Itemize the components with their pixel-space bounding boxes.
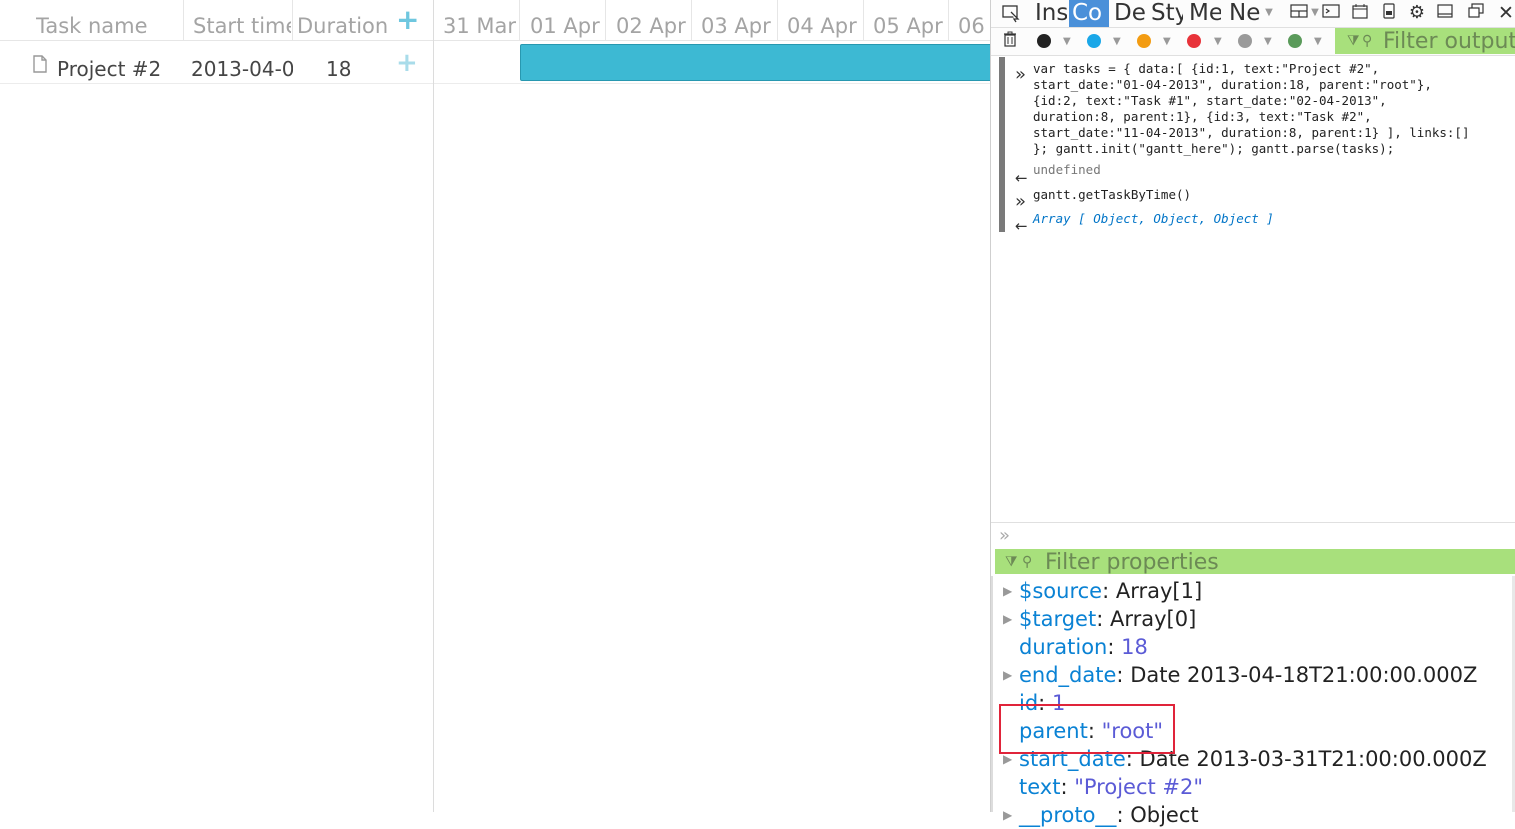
tab-network[interactable]: Ne — [1229, 0, 1261, 27]
expand-triangle-icon[interactable]: ▶ — [1003, 752, 1012, 766]
property-row: duration: 18 — [1019, 635, 1148, 659]
funnel-icon: ⧩ — [1005, 554, 1018, 570]
warnings-filter-icon[interactable] — [1137, 34, 1151, 48]
expand-triangle-icon[interactable]: ▶ — [1003, 584, 1012, 598]
console-line: start_date:"01-04-2013", duration:18, pa… — [1033, 77, 1432, 92]
expand-triangle-icon[interactable]: ▶ — [1003, 612, 1012, 626]
highlight-box — [999, 704, 1175, 754]
column-divider — [183, 0, 184, 40]
column-start-time[interactable]: Start time — [193, 14, 291, 38]
filter-properties-placeholder: Filter properties — [1045, 550, 1219, 575]
scale-divider — [777, 0, 778, 40]
console-result-array[interactable]: Array [ Object, Object, Object ] — [1033, 211, 1274, 227]
property-row[interactable]: $source: Array[1] — [1019, 577, 1202, 605]
expand-triangle-icon[interactable]: ▶ — [1003, 808, 1012, 822]
scale-divider — [863, 0, 864, 40]
chevron-down-icon[interactable]: ▼ — [1063, 36, 1071, 47]
undock-icon[interactable] — [1466, 3, 1486, 23]
task-duration-cell: 18 — [326, 57, 352, 81]
search-icon: ⚲ — [1022, 554, 1033, 570]
console-line: var tasks = { data:[ {id:1, text:"Projec… — [1033, 61, 1380, 76]
tab-console[interactable]: Co — [1069, 0, 1109, 27]
close-icon[interactable]: ✕ — [1496, 3, 1515, 23]
console-result: undefined — [1033, 162, 1101, 177]
scale-cell: 31 Mar — [443, 14, 517, 38]
devtools-panel: Ins Co Del Sty Me Ne ▼ ▼ ⚙ ✕ — [990, 0, 1515, 827]
property-row[interactable]: __proto__: Object — [1019, 801, 1199, 829]
console-line: gantt.getTaskByTime() — [1033, 187, 1192, 202]
chevron-down-icon[interactable]: ▼ — [1214, 36, 1222, 47]
scale-cell: 03 Apr — [701, 14, 771, 38]
tab-inspector[interactable]: Ins — [1035, 0, 1067, 27]
input-chevron-icon: » — [1015, 64, 1027, 85]
property-row[interactable]: end_date: Date 2013-04-18T21:00:00.000Z — [1019, 661, 1477, 689]
chevron-down-icon[interactable]: ▼ — [1163, 36, 1171, 47]
task-row[interactable]: Project #2 2013-04-01 18 + — [0, 41, 433, 84]
console-line: {id:2, text:"Task #1", start_date:"02-04… — [1033, 93, 1387, 108]
input-chevron-icon: » — [999, 525, 1011, 546]
scale-cell: 02 Apr — [616, 14, 686, 38]
trash-icon[interactable] — [1000, 31, 1020, 51]
add-subtask-icon[interactable]: + — [396, 49, 418, 77]
tab-memory[interactable]: Me — [1189, 0, 1221, 27]
add-task-icon[interactable]: + — [396, 6, 419, 34]
return-arrow-icon: ← — [1015, 169, 1028, 187]
console-toolbar: ▼ ▼ ▼ ▼ ▼ ▼ ⧩ ⚲ Filter output — [991, 28, 1515, 56]
return-arrow-icon: ← — [1015, 217, 1028, 235]
grid-header: Task name Start time Duration + — [0, 0, 433, 41]
input-chevron-icon: » — [1015, 191, 1027, 212]
properties-panel: ▶ $source: Array[1] ▶ $target: Array[0] … — [991, 576, 1515, 827]
scale-cell: 05 Apr — [873, 14, 943, 38]
requests-filter-icon[interactable] — [1288, 34, 1302, 48]
dock-bottom-icon[interactable] — [1435, 3, 1455, 23]
console-line: duration:8, parent:1}, {id:3, text:"Task… — [1033, 109, 1372, 124]
debug-filter-icon[interactable] — [1238, 34, 1252, 48]
scale-divider — [948, 0, 949, 40]
tab-debugger[interactable]: Del — [1114, 0, 1146, 27]
timeline-scale: 31 Mar 01 Apr 02 Apr 03 Apr 04 Apr 05 Ap… — [434, 0, 990, 41]
grid-divider — [433, 0, 434, 812]
gear-icon[interactable]: ⚙ — [1407, 3, 1427, 23]
chevron-down-icon[interactable]: ▼ — [1113, 36, 1121, 47]
file-icon — [32, 55, 48, 77]
tab-style-editor[interactable]: Sty — [1151, 0, 1183, 27]
scale-divider — [691, 0, 692, 40]
column-task-name[interactable]: Task name — [36, 14, 182, 38]
element-picker-icon[interactable] — [1001, 3, 1021, 23]
scale-cell: 04 Apr — [787, 14, 857, 38]
expand-triangle-icon[interactable]: ▶ — [1003, 668, 1012, 682]
console-input[interactable]: » — [991, 522, 1515, 547]
console-output: » var tasks = { data:[ {id:1, text:"Proj… — [999, 57, 1515, 235]
funnel-icon: ⧩ — [1347, 33, 1360, 49]
column-divider — [292, 0, 293, 40]
console-line: }; gantt.init("gantt_here"); gantt.parse… — [1033, 141, 1395, 156]
property-row[interactable]: $target: Array[0] — [1019, 605, 1196, 633]
devtools-toolbar: Ins Co Del Sty Me Ne ▼ ▼ ⚙ ✕ — [991, 0, 1515, 28]
chevron-down-icon[interactable]: ▼ — [1264, 36, 1272, 47]
scale-cell: 06 Apr — [958, 14, 990, 38]
property-row: text: "Project #2" — [1019, 775, 1204, 799]
task-bar[interactable] — [520, 44, 990, 81]
scratchpad-icon[interactable] — [1321, 3, 1341, 23]
scale-cell: 01 Apr — [530, 14, 600, 38]
calendar-icon[interactable] — [1350, 3, 1370, 23]
scale-divider — [519, 0, 520, 40]
filter-output-input[interactable]: ⧩ ⚲ Filter output — [1335, 28, 1515, 54]
logs-filter-icon[interactable] — [1187, 34, 1201, 48]
responsive-icon[interactable] — [1379, 3, 1399, 23]
timeline-row — [434, 41, 990, 84]
errors-filter-icon[interactable] — [1037, 34, 1051, 48]
gantt-chart: Task name Start time Duration + Project … — [0, 0, 990, 812]
scale-divider — [605, 0, 606, 40]
more-tabs-icon[interactable]: ▼ — [1259, 3, 1279, 23]
task-name-cell: Project #2 — [57, 57, 162, 81]
filter-output-placeholder: Filter output — [1383, 29, 1515, 54]
console-line: start_date:"11-04-2013", duration:8, par… — [1033, 125, 1470, 140]
task-start-cell: 2013-04-01 — [191, 57, 293, 81]
info-filter-icon[interactable] — [1087, 34, 1101, 48]
column-duration[interactable]: Duration — [297, 14, 387, 38]
chevron-down-icon[interactable]: ▼ — [1314, 36, 1322, 47]
filter-properties-input[interactable]: ⧩ ⚲ Filter properties — [995, 549, 1515, 575]
search-icon: ⚲ — [1362, 33, 1373, 49]
